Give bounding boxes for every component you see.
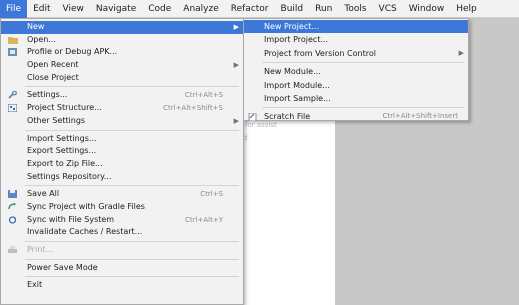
apk-icon (8, 48, 17, 57)
file-menu-profile-debug-apk[interactable]: Profile or Debug APK... (1, 46, 243, 59)
print-icon (8, 246, 17, 254)
save-icon (8, 190, 17, 199)
file-menu-other-settings[interactable]: Other Settings ▶ (1, 115, 243, 128)
menu-separator (25, 129, 239, 131)
menu-item-label: New Project... (264, 22, 319, 31)
file-menu: New ▶ Open... Profile or Debug APK... Op… (0, 18, 244, 305)
menu-item-label: Project Structure... (27, 103, 102, 113)
menu-item-label: Open... (27, 34, 56, 44)
menu-analyze[interactable]: Analyze (177, 0, 224, 18)
file-menu-new[interactable]: New ▶ (1, 21, 243, 34)
submenu-arrow-icon: ▶ (458, 48, 464, 57)
new-submenu: New Project... Import Project... Project… (243, 18, 469, 123)
shortcut-label: Ctrl+Alt+Y (185, 215, 223, 224)
menu-item-label: Import Module... (264, 80, 330, 90)
file-menu-export-to-zip[interactable]: Export to Zip File... (1, 158, 243, 171)
new-submenu-scratch-file[interactable]: Scratch File Ctrl+Alt+Shift+Insert (244, 110, 468, 123)
menubar: File Edit View Navigate Code Analyze Ref… (0, 0, 519, 18)
menu-item-label: Project from Version Control (264, 48, 376, 58)
file-menu-print: Print... (1, 244, 243, 257)
menu-separator (25, 241, 239, 242)
wrench-icon (8, 91, 17, 100)
file-menu-exit[interactable]: Exit (1, 279, 243, 292)
menu-item-label: Close Project (27, 72, 79, 82)
menu-item-label: Settings... (27, 90, 68, 100)
file-menu-sync-file-system[interactable]: Sync with File System Ctrl+Alt+Y (1, 214, 243, 227)
menu-item-label: Save All (27, 189, 60, 199)
file-menu-open-recent[interactable]: Open Recent ▶ (1, 59, 243, 72)
menu-item-label: New (27, 22, 45, 31)
menu-item-label: Scratch File (264, 112, 311, 122)
menu-vcs[interactable]: VCS (373, 0, 403, 18)
new-submenu-new-module[interactable]: New Module... (244, 65, 468, 78)
project-structure-icon (7, 103, 18, 113)
file-menu-open[interactable]: Open... (1, 34, 243, 47)
new-submenu-import-module[interactable]: Import Module... (244, 79, 468, 92)
file-menu-export-settings[interactable]: Export Settings... (1, 145, 243, 158)
scratch-file-icon (248, 112, 257, 122)
menu-refactor[interactable]: Refactor (225, 0, 275, 18)
menu-item-label: Exit (27, 280, 43, 290)
file-menu-settings-repository[interactable]: Settings Repository... (1, 171, 243, 184)
shortcut-label: Ctrl+Alt+Shift+S (163, 104, 223, 113)
file-menu-power-save-mode[interactable]: Power Save Mode (1, 262, 243, 275)
submenu-arrow-icon: ▶ (233, 116, 239, 125)
menu-view[interactable]: View (57, 0, 90, 18)
menu-separator (25, 86, 239, 88)
gradle-sync-icon (8, 202, 17, 211)
menu-separator (262, 62, 464, 64)
menu-tools[interactable]: Tools (338, 0, 372, 18)
file-menu-settings[interactable]: Settings... Ctrl+Alt+S (1, 89, 243, 102)
file-menu-sync-gradle[interactable]: Sync Project with Gradle Files (1, 201, 243, 214)
menu-item-label: Profile or Debug APK... (27, 47, 118, 57)
menu-item-label: New Module... (264, 67, 321, 77)
file-menu-close-project[interactable]: Close Project (1, 72, 243, 85)
menu-file[interactable]: File (0, 0, 28, 18)
new-submenu-import-project[interactable]: Import Project... (244, 33, 468, 46)
submenu-arrow-icon: ▶ (233, 61, 239, 70)
menu-separator (25, 185, 239, 187)
menu-separator (25, 276, 239, 278)
menu-item-label: Print... (27, 245, 54, 254)
new-submenu-project-from-vcs[interactable]: Project from Version Control ▶ (244, 47, 468, 60)
shortcut-label: Ctrl+Alt+Shift+Insert (382, 112, 458, 121)
menu-item-label: Invalidate Caches / Restart... (27, 227, 143, 237)
shortcut-label: Ctrl+Alt+S (184, 91, 223, 100)
menu-item-label: Import Project... (264, 35, 329, 45)
menu-separator (25, 258, 239, 260)
menu-item-label: Sync Project with Gradle Files (27, 201, 145, 211)
menu-build[interactable]: Build (275, 0, 310, 18)
menu-code[interactable]: Code (142, 0, 177, 18)
file-menu-invalidate-caches[interactable]: Invalidate Caches / Restart... (1, 226, 243, 239)
file-menu-project-structure[interactable]: Project Structure... Ctrl+Alt+Shift+S (1, 102, 243, 115)
shortcut-label: Ctrl+S (200, 190, 223, 199)
file-menu-import-settings[interactable]: Import Settings... (1, 133, 243, 146)
menu-item-label: Power Save Mode (27, 262, 98, 272)
menu-item-label: Other Settings (27, 115, 86, 125)
menu-run[interactable]: Run (309, 0, 338, 18)
menu-window[interactable]: Window (403, 0, 451, 18)
menu-item-label: Open Recent (27, 60, 79, 70)
new-submenu-import-sample[interactable]: Import Sample... (244, 92, 468, 105)
menu-edit[interactable]: Edit (27, 0, 56, 18)
menu-help[interactable]: Help (450, 0, 483, 18)
sync-icon (8, 215, 17, 224)
submenu-arrow-icon: ▶ (233, 23, 239, 31)
menu-item-label: Sync with File System (27, 214, 115, 224)
new-submenu-new-project[interactable]: New Project... (244, 20, 468, 34)
file-menu-save-all[interactable]: Save All Ctrl+S (1, 188, 243, 201)
menu-item-label: Import Sample... (264, 93, 331, 103)
menu-item-label: Import Settings... (27, 133, 97, 143)
menu-navigate[interactable]: Navigate (90, 0, 142, 18)
menu-item-label: Settings Repository... (27, 171, 112, 181)
menu-item-label: Export to Zip File... (27, 158, 103, 168)
folder-icon (8, 36, 18, 44)
menu-separator (262, 107, 464, 109)
menu-item-label: Export Settings... (27, 146, 97, 156)
